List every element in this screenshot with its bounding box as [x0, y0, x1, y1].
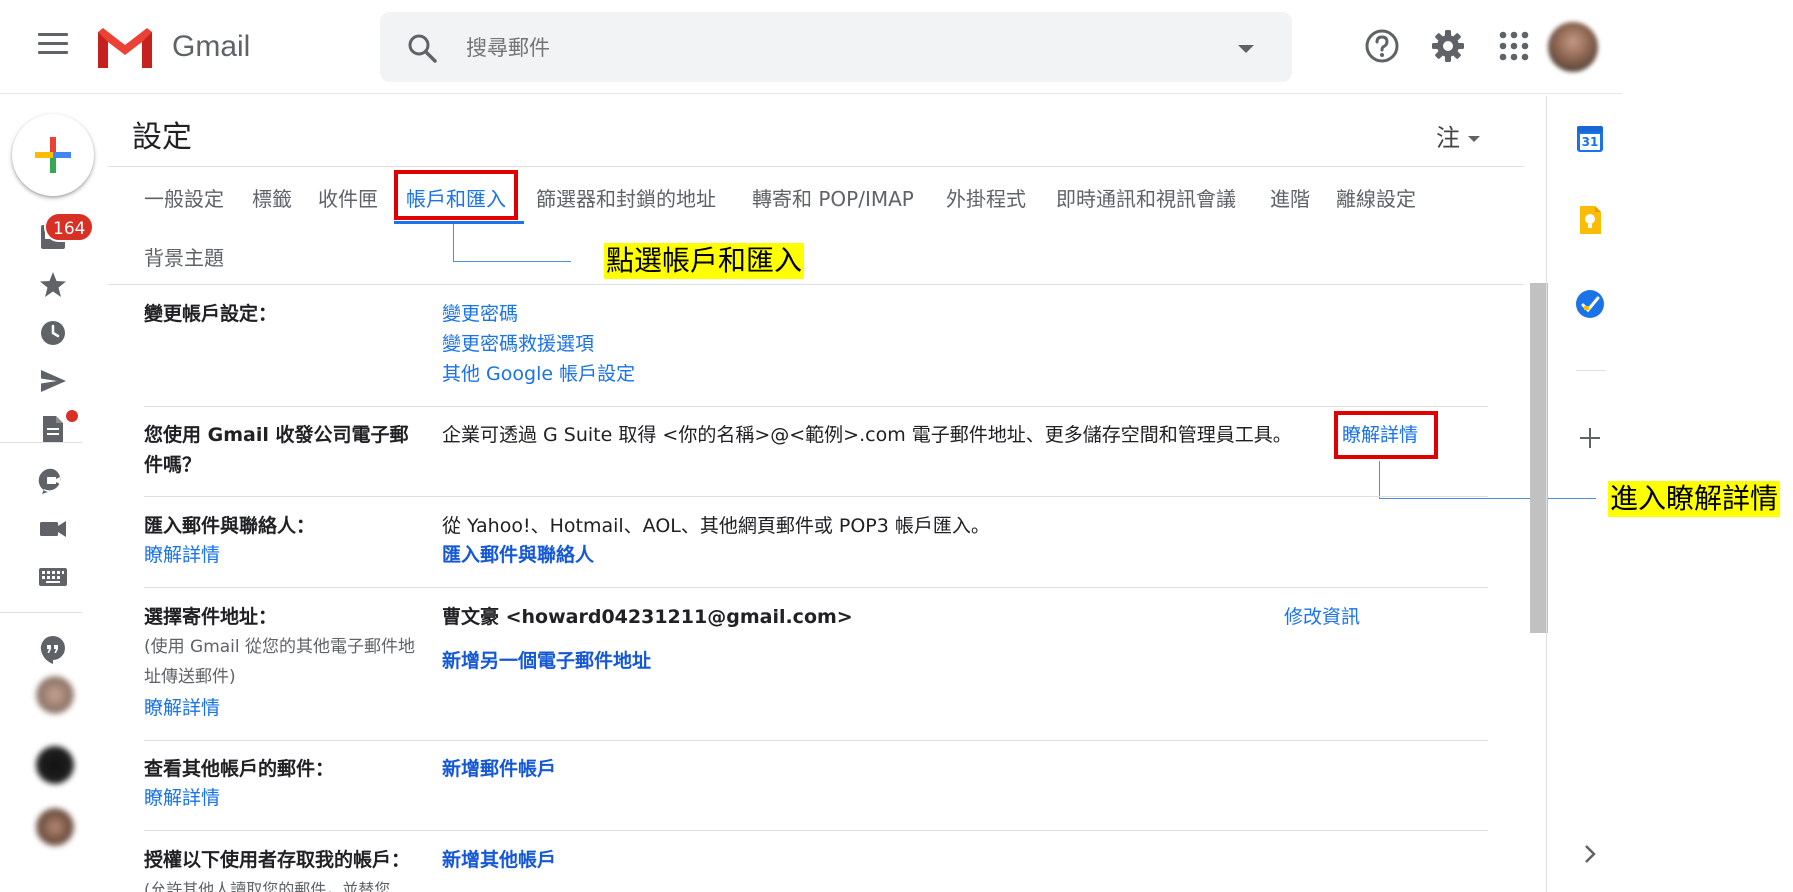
chevron-down-icon [1468, 136, 1480, 142]
search-input[interactable] [466, 34, 1166, 62]
row-divider [144, 406, 1488, 407]
tab-filters-blocked[interactable]: 篩選器和封鎖的地址 [536, 183, 716, 212]
gsuite-label-line2: 件嗎？ [144, 454, 202, 476]
change-recovery-link[interactable]: 變更密碼救援選項 [442, 329, 594, 359]
keep-icon[interactable] [1574, 204, 1606, 236]
google-account-settings-link[interactable]: 其他 Google 帳戶設定 [442, 359, 635, 389]
send-as-learn-more-link[interactable]: 瞭解詳情 [144, 693, 220, 723]
keyboard-icon[interactable] [38, 562, 68, 592]
tab-advanced[interactable]: 進階 [1270, 183, 1310, 212]
compose-plus-icon [35, 137, 71, 173]
rail-divider [0, 612, 82, 613]
check-mail-label: 查看其他帳戶的郵件： [144, 758, 335, 780]
change-account-label: 變更帳戶設定： [144, 303, 278, 325]
gmail-logo-icon[interactable] [98, 28, 152, 68]
grant-access-label: 授權以下使用者存取我的帳戶： [144, 849, 411, 871]
tab-forwarding-pop-imap[interactable]: 轉寄和 POP/IMAP [752, 183, 914, 212]
unread-count-badge: 164 [44, 212, 95, 242]
gsuite-description: 企業可透過 G Suite 取得 <你的名稱>@<範例>.com 電子郵件地址、… [442, 424, 1292, 446]
row-divider [144, 740, 1488, 741]
gsuite-label-line1: 您使用 Gmail 收發公司電子郵 [144, 424, 409, 446]
active-tab-indicator [394, 221, 524, 224]
import-label: 匯入郵件與聯絡人： [144, 515, 316, 537]
import-description: 從 Yahoo!、Hotmail、AOL、其他網頁郵件或 POP3 帳戶匯入。 [442, 515, 990, 537]
check-mail-learn-more-link[interactable]: 瞭解詳情 [144, 783, 220, 813]
settings-gear-icon[interactable] [1430, 28, 1466, 64]
change-password-link[interactable]: 變更密碼 [442, 299, 518, 329]
input-tools-label: 注 [1436, 124, 1460, 152]
annotation-callout-learn-more: 進入瞭解詳情 [1608, 481, 1781, 517]
send-as-sub-line1: (使用 Gmail 從您的其他電子郵件地 [144, 637, 416, 657]
compose-button[interactable] [12, 114, 94, 196]
contact-avatar[interactable] [36, 676, 74, 714]
side-panel-divider [1576, 370, 1606, 371]
tasks-icon[interactable] [1574, 288, 1606, 320]
account-avatar[interactable] [1548, 22, 1598, 72]
menu-icon[interactable] [38, 33, 68, 59]
gmail-wordmark[interactable]: Gmail [172, 30, 250, 64]
help-icon[interactable] [1364, 28, 1400, 64]
send-as-sub-line2: 址傳送郵件) [144, 667, 236, 687]
tab-addons[interactable]: 外掛程式 [946, 183, 1026, 212]
annotation-leader-line [453, 261, 571, 262]
tab-inbox[interactable]: 收件匣 [318, 183, 378, 212]
annotation-leader-line [1379, 498, 1596, 499]
star-icon[interactable] [38, 270, 68, 300]
grant-access-sub-line1: (允許其他人讀取您的郵件，並替您 [144, 880, 391, 892]
input-tools-selector[interactable]: 注 [1436, 118, 1480, 153]
draft-icon[interactable] [38, 414, 68, 444]
tabs-divider [108, 284, 1524, 285]
hangouts-icon[interactable] [38, 634, 68, 664]
row-divider [144, 587, 1488, 588]
tab-themes[interactable]: 背景主題 [144, 242, 224, 271]
top-bar: Gmail [0, 0, 1622, 94]
add-mail-account-link[interactable]: 新增郵件帳戶 [442, 754, 556, 784]
tab-labels[interactable]: 標籤 [252, 183, 292, 212]
contact-avatar[interactable] [36, 746, 74, 784]
row-divider [144, 496, 1488, 497]
send-as-address: 曹文豪 <howard04231211@gmail.com> [442, 606, 853, 628]
annotation-callout-tab: 點選帳戶和匯入 [604, 243, 805, 279]
annotation-box-learn-more [1334, 411, 1438, 459]
import-mail-contacts-link[interactable]: 匯入郵件與聯絡人 [442, 540, 594, 570]
video-icon[interactable] [38, 514, 68, 544]
draft-dot-indicator [66, 410, 78, 422]
side-panel-divider [1546, 96, 1547, 892]
send-as-label: 選擇寄件地址： [144, 606, 278, 628]
calendar-icon[interactable]: 31 [1574, 122, 1606, 154]
page-title: 設定 [132, 120, 192, 155]
search-icon[interactable] [406, 32, 438, 64]
search-options-caret-icon[interactable] [1238, 45, 1254, 53]
tab-offline[interactable]: 離線設定 [1336, 183, 1416, 212]
expand-panel-icon[interactable] [1574, 838, 1606, 870]
annotation-leader-line [453, 224, 454, 261]
add-email-address-link[interactable]: 新增另一個電子郵件地址 [442, 646, 651, 676]
clock-icon[interactable] [38, 318, 68, 348]
send-icon[interactable] [38, 366, 68, 396]
tab-general[interactable]: 一般設定 [144, 183, 224, 212]
rail-divider [0, 442, 82, 443]
contact-avatar[interactable] [36, 808, 74, 846]
import-learn-more-link[interactable]: 瞭解詳情 [144, 540, 220, 570]
meet-icon[interactable] [38, 466, 68, 496]
apps-grid-icon[interactable] [1496, 28, 1532, 64]
search-bar[interactable] [380, 12, 1292, 82]
annotation-box-tab [394, 170, 518, 220]
header-divider [108, 166, 1524, 167]
annotation-leader-line [1379, 461, 1380, 498]
edit-info-link[interactable]: 修改資訊 [1284, 602, 1360, 632]
add-another-account-link[interactable]: 新增其他帳戶 [442, 845, 556, 875]
tab-chat-meet[interactable]: 即時通訊和視訊會議 [1056, 183, 1236, 212]
row-divider [144, 830, 1488, 831]
add-addon-icon[interactable] [1574, 422, 1606, 454]
calendar-date: 31 [1581, 135, 1599, 149]
